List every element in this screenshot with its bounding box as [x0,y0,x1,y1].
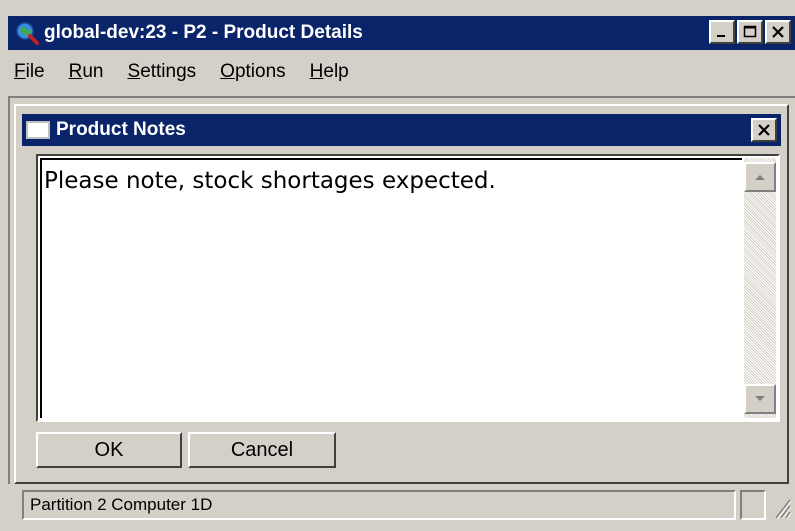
maximize-icon [743,25,757,38]
close-icon [772,26,784,38]
arrow-down-icon [755,396,765,401]
status-text: Partition 2 Computer 1D [22,490,736,520]
cancel-button[interactable]: Cancel [188,432,336,468]
close-button[interactable] [765,20,791,44]
status-panel-empty [740,490,766,520]
dialog-buttons: OK Cancel [36,432,336,468]
scroll-up-button[interactable] [744,162,776,192]
minimize-icon [717,35,725,37]
close-icon [758,124,770,136]
menu-bar: File Run Settings Options Help [8,54,795,90]
dialog-title-bar[interactable]: Product Notes [22,114,781,146]
menu-help[interactable]: Help [298,61,361,83]
window-icon [26,121,50,139]
menu-settings[interactable]: Settings [116,61,209,83]
app-globe-icon [14,20,40,46]
window-controls [709,20,791,44]
window-title: global-dev:23 - P2 - Product Details [44,22,363,43]
maximize-button[interactable] [737,20,763,44]
main-window: global-dev:23 - P2 - Product Details Fil… [0,0,795,531]
notes-textarea[interactable]: Please note, stock shortages expected. [36,154,780,422]
dialog-close-button[interactable] [751,118,777,142]
notes-text[interactable]: Please note, stock shortages expected. [40,158,742,418]
vertical-scrollbar[interactable] [744,158,776,418]
menu-file[interactable]: File [8,61,57,83]
scroll-down-button[interactable] [744,384,776,414]
minimize-button[interactable] [709,20,735,44]
menu-run[interactable]: Run [57,61,116,83]
resize-grip-icon[interactable] [766,490,792,520]
product-notes-dialog: Product Notes Please note, stock shortag… [14,104,789,484]
arrow-up-icon [755,175,765,180]
ok-button[interactable]: OK [36,432,182,468]
menu-options[interactable]: Options [208,61,297,83]
status-bar: Partition 2 Computer 1D [22,490,795,520]
title-bar[interactable]: global-dev:23 - P2 - Product Details [8,16,795,50]
dialog-title: Product Notes [56,119,186,140]
